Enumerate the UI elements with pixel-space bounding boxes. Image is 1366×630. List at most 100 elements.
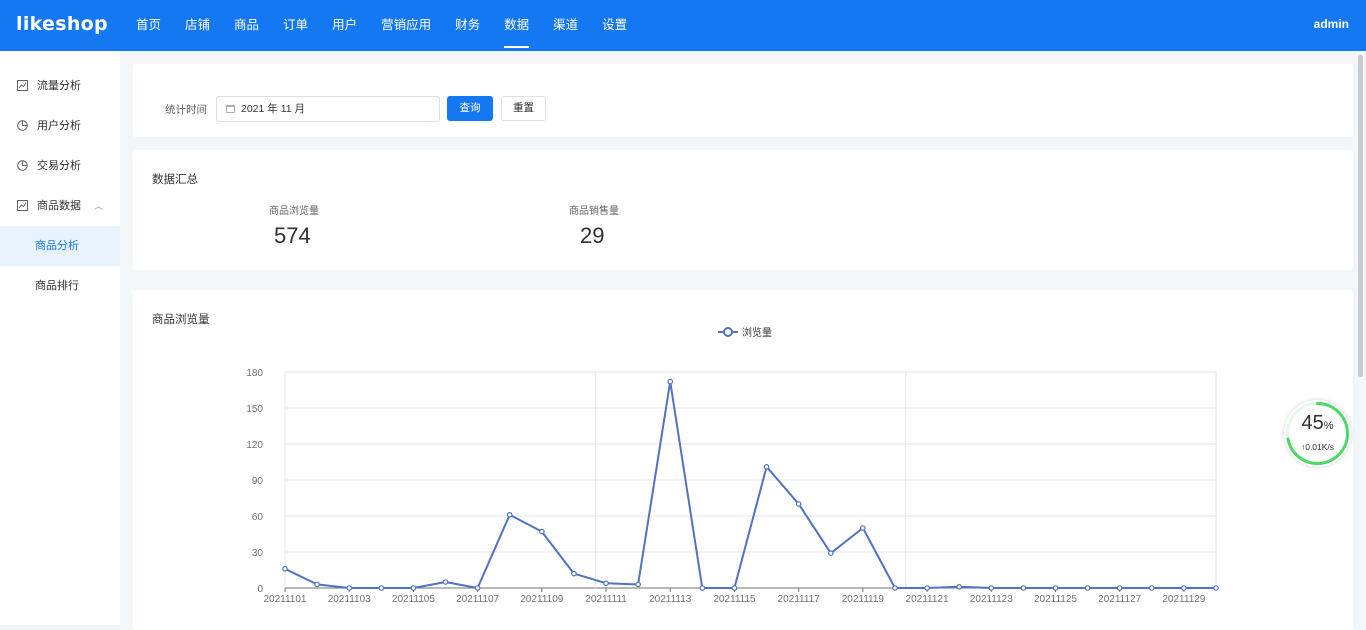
x-tick-label: 20211101 (263, 594, 306, 605)
query-button[interactable]: 查询 (447, 96, 493, 121)
data-point (635, 581, 641, 588)
line-chart: 030609012015018020211101 20211103 20211105… (246, 326, 1219, 605)
chevron-up-icon: ︿ (94, 201, 104, 211)
stat-label-views: 商品浏览量 (269, 206, 319, 217)
data-point (539, 528, 545, 535)
logo[interactable]: likeshop (16, 13, 108, 35)
series-line (284, 380, 1216, 589)
filter-label: 统计时间 (165, 104, 207, 116)
data-point (1084, 585, 1091, 591)
nav-item[interactable]: 商品 (222, 0, 271, 51)
nav-item[interactable]: 营销应用 (369, 0, 443, 51)
reset-button[interactable]: 重置 (501, 96, 546, 121)
x-tick-label: 20211103 (328, 594, 371, 605)
speed-percent: 45% (1284, 412, 1351, 435)
data-point (506, 512, 513, 518)
page-scrollbar[interactable] (1358, 55, 1363, 377)
y-tick-label: 30 (252, 548, 264, 559)
percent-value: 45 (1301, 412, 1324, 434)
data-point (860, 525, 866, 531)
data-point (924, 585, 930, 591)
nav-item[interactable]: 订单 (271, 0, 320, 51)
network-speed-widget[interactable]: 45% ↑0.01K/s (1284, 400, 1351, 467)
sidebar-subitem-product-ranking[interactable]: 商品排行 (0, 266, 120, 306)
data-point (763, 464, 770, 470)
speed-rate: ↑0.01K/s (1284, 442, 1351, 452)
x-tick-label: 20211115 (713, 594, 756, 605)
y-tick-label: 150 (246, 404, 263, 415)
stat-label-sales: 商品销售量 (569, 206, 619, 217)
data-point (1116, 585, 1123, 591)
x-tick-label: 20211121 (906, 594, 949, 605)
data-point (1052, 585, 1059, 591)
x-tick-label: 20211127 (1098, 594, 1141, 605)
sidebar-subitem-product-analysis[interactable]: 商品分析 (0, 226, 120, 266)
nav-item[interactable]: 首页 (124, 0, 173, 51)
sidebar-item-traffic-analysis[interactable]: 流量分析 (0, 66, 120, 106)
y-tick-label: 180 (246, 368, 263, 379)
data-point (956, 583, 962, 590)
data-point (442, 579, 449, 585)
sidebar: 流量分析 用户分析 交易分析 商品数据 ︿ 商品分析 商品排行 (0, 51, 120, 625)
sidebar-item-product-data[interactable]: 商品数据 ︿ (0, 186, 120, 226)
x-tick-label: 20211105 (392, 594, 435, 605)
data-point (474, 585, 481, 591)
legend-marker (723, 327, 733, 337)
data-point (410, 585, 417, 591)
main-nav: 首页 店铺 商品 订单 用户 营销应用 财务 数据 渠道 设置 (124, 0, 639, 51)
user-menu[interactable]: admin (1314, 17, 1349, 31)
sidebar-item-label: 商品数据 (37, 200, 81, 212)
nav-item[interactable]: 渠道 (541, 0, 590, 51)
data-point (795, 501, 802, 507)
chart-card: 商品浏览量 0 30 60 90 120 150 180 20211101 20211103 20… (133, 290, 1353, 630)
nav-item[interactable]: 财务 (443, 0, 492, 51)
calendar-icon (226, 105, 235, 113)
summary-title: 数据汇总 (152, 174, 198, 186)
data-point (1181, 585, 1187, 591)
y-tick-label: 90 (252, 476, 264, 487)
x-tick-label: 20211129 (1162, 594, 1205, 605)
y-tick-label: 60 (252, 512, 264, 523)
line-chart-icon (17, 200, 28, 211)
sidebar-item-trade-analysis[interactable]: 交易分析 (0, 146, 120, 186)
y-tick-label: 120 (246, 440, 263, 451)
x-tick-label: 20211123 (970, 594, 1013, 605)
nav-item[interactable]: 设置 (590, 0, 639, 51)
line-chart-icon (17, 80, 28, 91)
sidebar-item-label: 流量分析 (37, 80, 81, 92)
data-point (988, 585, 995, 591)
stat-value-views: 574 (274, 223, 311, 248)
data-point (731, 585, 738, 591)
pie-chart-icon (17, 120, 28, 131)
data-point (314, 581, 320, 588)
data-point (1020, 585, 1027, 591)
top-navbar: likeshop 首页 店铺 商品 订单 用户 营销应用 财务 数据 渠道 设置 admin (0, 0, 1366, 51)
data-point (1148, 585, 1155, 591)
date-picker-input[interactable]: 2021 年 11 月 (216, 96, 440, 122)
sidebar-item-label: 交易分析 (37, 160, 81, 172)
x-tick-label: 20211113 (649, 594, 692, 605)
x-tick-label: 20211125 (1034, 594, 1077, 605)
date-value: 2021 年 11 月 (241, 103, 306, 115)
stat-value-sales: 29 (580, 223, 605, 248)
nav-item[interactable]: 店铺 (173, 0, 222, 51)
x-tick-label: 20211119 (842, 594, 885, 605)
nav-item[interactable]: 用户 (320, 0, 369, 51)
x-tick-label: 20211111 (585, 594, 627, 605)
data-point (378, 585, 385, 591)
summary-card: 数据汇总 商品浏览量 574 商品销售量 29 (133, 150, 1353, 270)
nav-item[interactable]: 数据 (492, 0, 541, 51)
legend-label: 浏览量 (742, 326, 772, 339)
pie-chart-icon (17, 160, 28, 171)
data-point (571, 570, 577, 577)
percent-sign: % (1323, 420, 1334, 432)
data-point (1213, 585, 1219, 591)
filter-card: 统计时间 2021 年 11 月 查询 重置 (133, 64, 1353, 137)
sidebar-item-label: 用户分析 (37, 120, 81, 132)
sidebar-item-user-analysis[interactable]: 用户分析 (0, 106, 120, 146)
data-point (699, 585, 706, 591)
data-point (603, 580, 609, 587)
x-tick-label: 20211109 (520, 594, 563, 605)
data-point (346, 585, 353, 591)
data-point (827, 550, 834, 557)
